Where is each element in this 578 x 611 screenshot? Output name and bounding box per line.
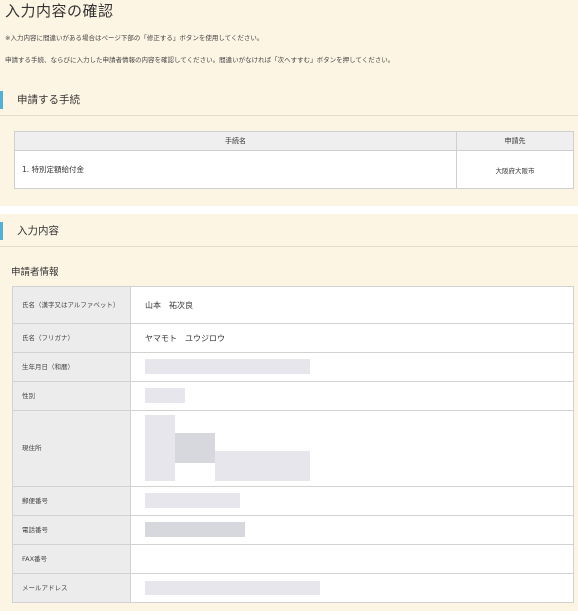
field-value-gender [130, 381, 574, 411]
field-value-name: 山本 祐次良 [130, 286, 574, 324]
table-row: 郵便番号 [12, 486, 574, 516]
redacted-block [215, 451, 310, 481]
section-divider [0, 246, 578, 247]
redacted-block [145, 388, 185, 403]
correction-note: ※入力内容に間違いがある場合はページ下部の「修正する」ボタンを使用してください。 [5, 34, 264, 42]
confirm-instructions: 申請する手続、ならびに入力した申請者情報の内容を確認してください。間違いがなけれ… [5, 56, 395, 64]
table-row: FAX番号 [12, 544, 574, 574]
section-divider [0, 115, 578, 116]
field-value-kana: ヤマモト ユウジロウ [130, 323, 574, 353]
table-row: 電話番号 [12, 515, 574, 545]
field-label-address: 現住所 [12, 410, 131, 487]
field-value-phone [130, 515, 574, 545]
field-label-fax: FAX番号 [12, 544, 131, 574]
procedure-destination-cell: 大阪府大阪市 [456, 150, 574, 189]
table-row: 性別 [12, 381, 574, 411]
procedure-name-cell: 1. 特別定額給付金 [14, 150, 457, 189]
field-value-address [130, 410, 574, 487]
applicant-info-subheading: 申請者情報 [11, 267, 59, 278]
section-separator [0, 206, 578, 214]
redacted-block [145, 359, 310, 374]
field-label-postal-code: 郵便番号 [12, 486, 131, 516]
field-value-email [130, 573, 574, 603]
table-row: 1. 特別定額給付金 大阪府大阪市 [14, 150, 574, 189]
redacted-block [145, 493, 240, 508]
redacted-block [175, 433, 215, 463]
field-value-fax [130, 544, 574, 574]
table-header-row: 手続名 申請先 [14, 131, 574, 151]
redacted-block [145, 522, 245, 537]
redacted-block [145, 581, 320, 595]
field-label-name: 氏名（漢字又はアルファベット） [12, 286, 131, 324]
field-label-email: メールアドレス [12, 573, 131, 603]
table-row: 氏名（漢字又はアルファベット） 山本 祐次良 [12, 286, 574, 324]
table-row: メールアドレス [12, 573, 574, 603]
field-label-birthdate: 生年月日（和暦） [12, 352, 131, 382]
field-label-phone: 電話番号 [12, 515, 131, 545]
field-label-kana: 氏名（フリガナ） [12, 323, 131, 353]
page-title: 入力内容の確認 [5, 2, 114, 20]
table-row: 氏名（フリガナ） ヤマモト ユウジロウ [12, 323, 574, 353]
column-header-procedure-name: 手続名 [14, 131, 457, 151]
field-value-birthdate [130, 352, 574, 382]
column-header-destination: 申請先 [456, 131, 574, 151]
applicant-info-table: 氏名（漢字又はアルファベット） 山本 祐次良 氏名（フリガナ） ヤマモト ユウジ… [12, 286, 574, 603]
field-label-gender: 性別 [12, 381, 131, 411]
procedure-table: 手続名 申請先 1. 特別定額給付金 大阪府大阪市 [14, 131, 574, 189]
procedure-section-heading: 申請する手続 [0, 91, 578, 109]
table-row: 生年月日（和暦） [12, 352, 574, 382]
table-row: 現住所 [12, 410, 574, 487]
field-value-postal-code [130, 486, 574, 516]
input-section-heading: 入力内容 [0, 222, 578, 240]
redacted-block [145, 415, 175, 481]
